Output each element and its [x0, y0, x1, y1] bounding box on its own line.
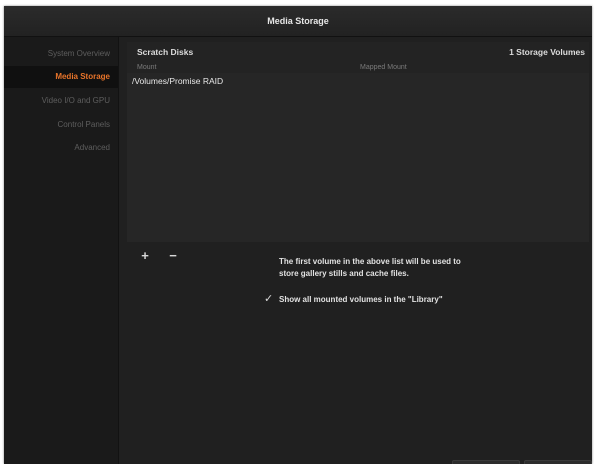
scratch-disks-table[interactable]: /Volumes/Promise RAID: [127, 73, 589, 242]
footer-button-right[interactable]: [524, 460, 592, 464]
scratch-disks-panel: Scratch Disks 1 Storage Volumes Mount Ma…: [127, 42, 589, 242]
show-mounted-volumes-label: Show all mounted volumes in the "Library…: [279, 295, 443, 304]
checkmark-icon[interactable]: ✓: [264, 293, 276, 305]
footer-button-left[interactable]: [452, 460, 520, 464]
storage-volume-count: 1 Storage Volumes: [509, 47, 585, 57]
main-content: Scratch Disks 1 Storage Volumes Mount Ma…: [119, 37, 592, 464]
sidebar-item-video-io-gpu[interactable]: Video I/O and GPU: [4, 90, 118, 112]
scratch-disks-title: Scratch Disks: [137, 47, 194, 57]
sidebar-item-media-storage[interactable]: Media Storage: [4, 66, 118, 88]
window-title: Media Storage: [267, 16, 329, 26]
remove-volume-button[interactable]: −: [165, 248, 181, 264]
column-header-mapped-mount[interactable]: Mapped Mount: [360, 64, 407, 71]
title-bar[interactable]: Media Storage: [4, 6, 592, 37]
panel-header: Scratch Disks 1 Storage Volumes: [127, 42, 589, 64]
preferences-window: Media Storage System Overview Media Stor…: [4, 6, 592, 464]
add-volume-button[interactable]: +: [137, 248, 153, 264]
sidebar-item-advanced[interactable]: Advanced: [4, 137, 118, 159]
table-row[interactable]: /Volumes/Promise RAID: [127, 75, 589, 89]
sidebar-item-control-panels[interactable]: Control Panels: [4, 114, 118, 136]
info-text: The first volume in the above list will …: [279, 257, 461, 278]
sidebar: System Overview Media Storage Video I/O …: [4, 37, 119, 464]
mount-path: /Volumes/Promise RAID: [132, 76, 224, 86]
sidebar-item-system-overview[interactable]: System Overview: [4, 43, 118, 65]
column-header-mount[interactable]: Mount: [137, 64, 156, 71]
